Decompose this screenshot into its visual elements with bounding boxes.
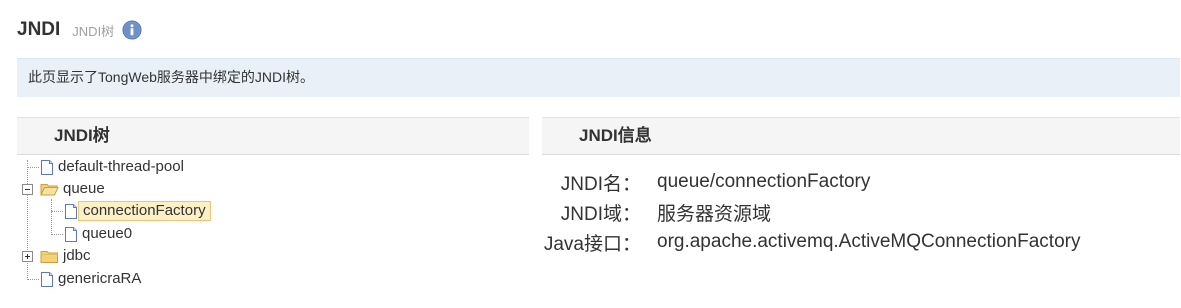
file-icon	[40, 159, 54, 176]
tree-line	[27, 160, 28, 280]
tree-panel-title: JNDI树	[17, 117, 529, 155]
tree-node-label: connectionFactory	[78, 201, 211, 221]
jndi-tree: default-thread-pool queue connectionFact…	[17, 155, 529, 308]
notice-bar: 此页显示了TongWeb服务器中绑定的JNDI树。	[17, 58, 1180, 97]
info-panel-title: JNDI信息	[542, 117, 1180, 155]
info-row-jndi-name: JNDI名： queue/connectionFactory	[542, 167, 871, 197]
tree-node-label: queue	[63, 180, 105, 197]
tree-line	[27, 167, 39, 168]
page-header: JNDI JNDI树	[17, 18, 142, 42]
page-subtitle: JNDI树	[72, 23, 115, 39]
info-row-java-interface: Java接口： org.apache.activemq.ActiveMQConn…	[542, 227, 1081, 257]
folder-icon	[40, 249, 59, 264]
collapse-toggle-icon[interactable]	[22, 184, 33, 195]
tree-node-connectionFactory[interactable]: connectionFactory	[64, 200, 211, 222]
tree-node-default-thread-pool[interactable]: default-thread-pool	[40, 156, 188, 178]
file-icon	[40, 271, 54, 288]
info-key: JNDI域：	[560, 203, 641, 225]
tree-node-genericraRA[interactable]: genericraRA	[40, 268, 145, 290]
tree-node-jdbc[interactable]: jdbc	[40, 245, 95, 267]
tree-node-label: default-thread-pool	[58, 158, 184, 175]
tree-line	[51, 234, 63, 235]
tree-node-queue[interactable]: queue	[40, 178, 109, 200]
folder-open-icon	[40, 182, 59, 197]
file-icon	[64, 226, 78, 243]
tree-line	[27, 279, 39, 280]
info-value: 服务器资源域	[657, 203, 772, 225]
tree-line	[51, 211, 63, 212]
file-icon	[64, 203, 78, 220]
info-value: org.apache.activemq.ActiveMQConnectionFa…	[657, 231, 1081, 252]
tree-node-label: genericraRA	[58, 270, 142, 287]
info-key: JNDI名：	[560, 173, 641, 195]
tree-node-queue0[interactable]: queue0	[64, 223, 136, 245]
tree-line	[51, 199, 52, 235]
tree-node-label: jdbc	[63, 247, 91, 264]
expand-toggle-icon[interactable]	[22, 251, 33, 262]
page-title: JNDI	[17, 19, 61, 40]
tree-node-label: queue0	[82, 225, 133, 242]
info-icon[interactable]	[122, 20, 142, 40]
info-key: Java接口：	[543, 233, 641, 255]
info-value: queue/connectionFactory	[657, 171, 871, 192]
info-row-jndi-domain: JNDI域： 服务器资源域	[542, 197, 771, 227]
